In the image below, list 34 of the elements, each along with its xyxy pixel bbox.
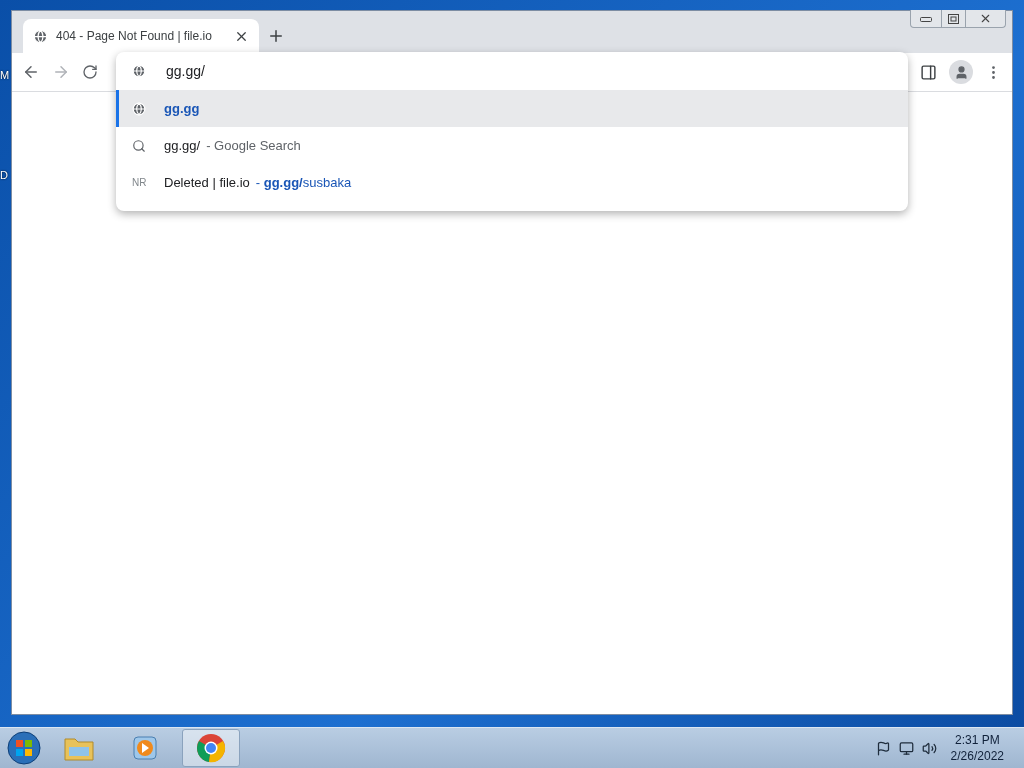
side-panel-icon[interactable] <box>920 63 937 81</box>
back-icon[interactable] <box>22 63 40 81</box>
globe-icon <box>33 28 48 44</box>
taskbar-app-button[interactable] <box>182 729 240 767</box>
new-tab-button[interactable] <box>267 27 285 45</box>
chrome-icon <box>196 733 226 763</box>
suggestion-text: Deleted | file.io <box>164 175 250 190</box>
browser-tab[interactable]: 404 - Page Not Found | file.io <box>23 19 259 53</box>
globe-icon <box>132 64 146 78</box>
reload-icon[interactable] <box>82 64 98 80</box>
flag-icon[interactable] <box>875 740 891 756</box>
volume-icon[interactable] <box>921 740 937 756</box>
media-player-icon <box>131 734 159 762</box>
desktop-icon-label: D <box>0 168 9 182</box>
maximize-icon <box>948 13 959 24</box>
clock[interactable]: 2:31 PM 2/26/2022 <box>944 732 1018 764</box>
globe-icon <box>132 101 146 116</box>
address-field[interactable]: gg.gg/ <box>164 62 908 80</box>
network-icon[interactable] <box>898 740 914 756</box>
profile-icon[interactable] <box>949 60 973 84</box>
desktop-icon-label: M <box>0 68 11 82</box>
start-button[interactable] <box>6 730 42 766</box>
suggestion-item[interactable]: gg.gg/ - Google Search <box>116 127 908 164</box>
suggestion-item[interactable]: NR Deleted | file.io - gg.gg/susbaka <box>116 164 908 201</box>
suggestion-description: - Google Search <box>206 138 301 153</box>
suggestion-text: gg.gg <box>164 101 200 116</box>
minimize-icon <box>920 15 932 22</box>
site-initials: NR <box>132 177 146 188</box>
suggestion-description: - gg.gg/susbaka <box>255 175 352 190</box>
search-icon <box>132 138 146 153</box>
suggestion-item[interactable]: gg.gg <box>116 90 908 127</box>
suggestion-text: gg.gg/ <box>164 138 201 153</box>
folder-icon <box>64 735 94 761</box>
close-icon <box>979 12 992 25</box>
